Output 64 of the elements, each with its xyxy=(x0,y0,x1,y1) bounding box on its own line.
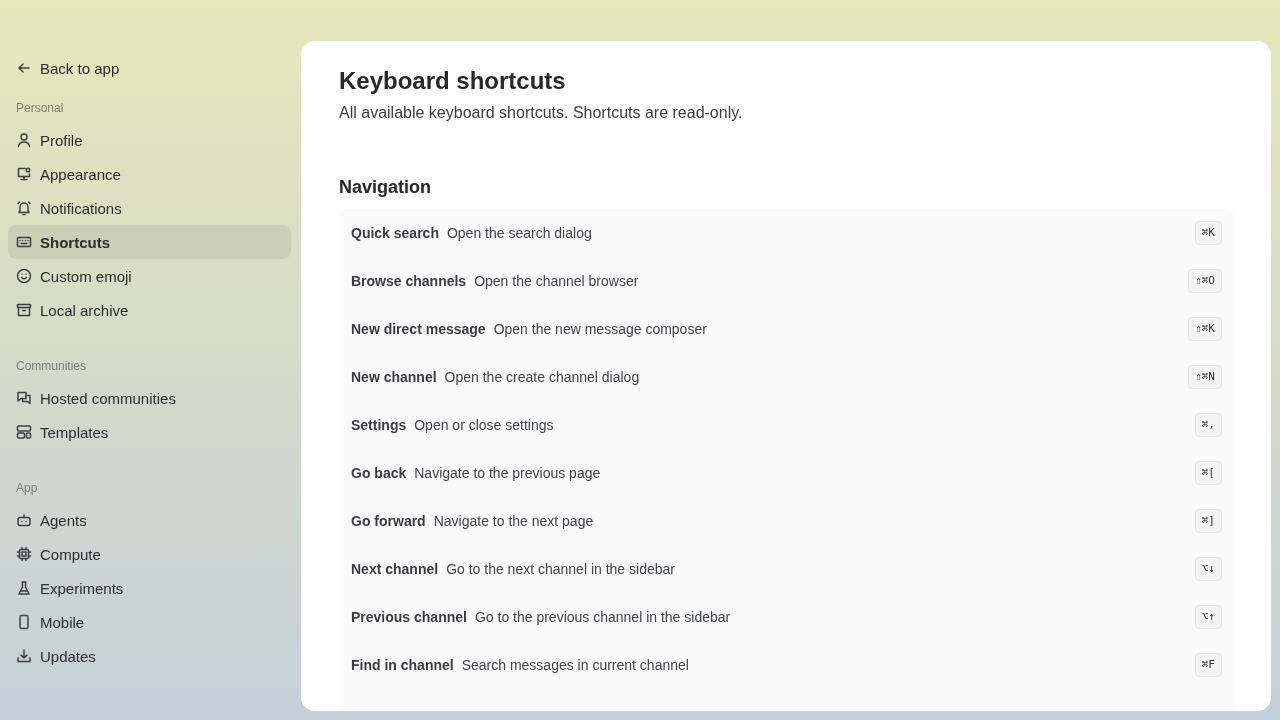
sidebar-item[interactable]: Local archive xyxy=(8,293,291,327)
sidebar-item[interactable]: Agents xyxy=(8,503,291,537)
section-label: Personal xyxy=(15,100,65,117)
shortcut-description: Open or close settings xyxy=(414,417,554,433)
shortcut-description: Go to the next channel in the sidebar xyxy=(446,561,675,577)
sidebar-item[interactable]: Compute xyxy=(8,537,291,571)
shortcut-name: Previous channel xyxy=(351,609,467,625)
sidebar-item[interactable]: Experiments xyxy=(8,571,291,605)
sidebar-item[interactable]: Notifications xyxy=(8,191,291,225)
robot-icon xyxy=(16,512,32,528)
smiley-icon xyxy=(16,268,32,284)
shortcut-name: Browse channels xyxy=(351,273,467,289)
page-title: Keyboard shortcuts xyxy=(339,66,567,96)
back-link[interactable]: Back to app xyxy=(8,51,291,85)
shortcut-name: Settings xyxy=(351,417,407,433)
sidebar-item[interactable]: Hosted communities xyxy=(8,381,291,415)
key-combo: ⌘[ xyxy=(1194,461,1222,485)
key-combo: ⇧⌘K xyxy=(1188,317,1222,341)
key-combo: ⌥↑ xyxy=(1194,605,1222,629)
section-heading: Navigation xyxy=(339,176,432,199)
shortcut-description: Navigate to the next page xyxy=(433,513,594,529)
shortcut-name: Go back xyxy=(351,465,407,481)
key-combo: ⇧⌘N xyxy=(1188,365,1222,389)
person-icon xyxy=(16,132,32,148)
download-icon xyxy=(16,648,32,664)
key-combo: ⇧⌘O xyxy=(1188,269,1222,293)
shortcut-name: Go forward xyxy=(351,513,426,529)
shortcut-name: Find in channel xyxy=(351,657,454,673)
sidebar-item[interactable]: Appearance xyxy=(8,157,291,191)
sidebar-item[interactable]: Shortcuts xyxy=(8,225,291,259)
archive-box-icon xyxy=(16,302,32,318)
sidebar-item[interactable]: Updates xyxy=(8,639,291,673)
layout-icon xyxy=(16,424,32,440)
page-subtitle: All available keyboard shortcuts. Shortcuts are read-only. xyxy=(339,103,744,123)
key-combo: ⌘F xyxy=(1194,653,1222,677)
shortcut-description: Open the new message composer xyxy=(493,321,707,337)
shortcut-description: Navigate to the previous page xyxy=(414,465,601,481)
shortcut-name: Next channel xyxy=(351,561,439,577)
flask-icon xyxy=(16,580,32,596)
shortcut-description: Go to the previous channel in the sidebar xyxy=(474,609,731,625)
section-label: App xyxy=(15,480,39,497)
key-combo: ⌘K xyxy=(1194,221,1222,245)
phone-icon xyxy=(16,614,32,630)
chat-bubbles-icon xyxy=(16,390,32,406)
shortcut-description: Search messages in current channel xyxy=(461,657,689,673)
section-label: Communities xyxy=(15,358,88,375)
shortcut-description: Open the channel browser xyxy=(474,273,639,289)
shortcut-name: Quick search xyxy=(351,225,439,241)
shortcut-name: New direct message xyxy=(351,321,486,337)
monitor-icon xyxy=(16,166,32,182)
bell-icon xyxy=(16,200,32,216)
sidebar-item[interactable]: Profile xyxy=(8,123,291,157)
sidebar-item[interactable]: Mobile xyxy=(8,605,291,639)
shortcut-name: New channel xyxy=(351,369,437,385)
chip-icon xyxy=(16,546,32,562)
keyboard-icon xyxy=(16,234,32,250)
key-combo: ⌘] xyxy=(1194,509,1222,533)
sidebar-item[interactable]: Custom emoji xyxy=(8,259,291,293)
shortcut-description: Open the search dialog xyxy=(446,225,592,241)
key-combo: ⌥↓ xyxy=(1194,557,1222,581)
arrow-left-icon xyxy=(16,60,32,76)
sidebar-item[interactable]: Templates xyxy=(8,415,291,449)
shortcut-description: Open the create channel dialog xyxy=(444,369,640,385)
key-combo: ⌘, xyxy=(1194,413,1222,437)
